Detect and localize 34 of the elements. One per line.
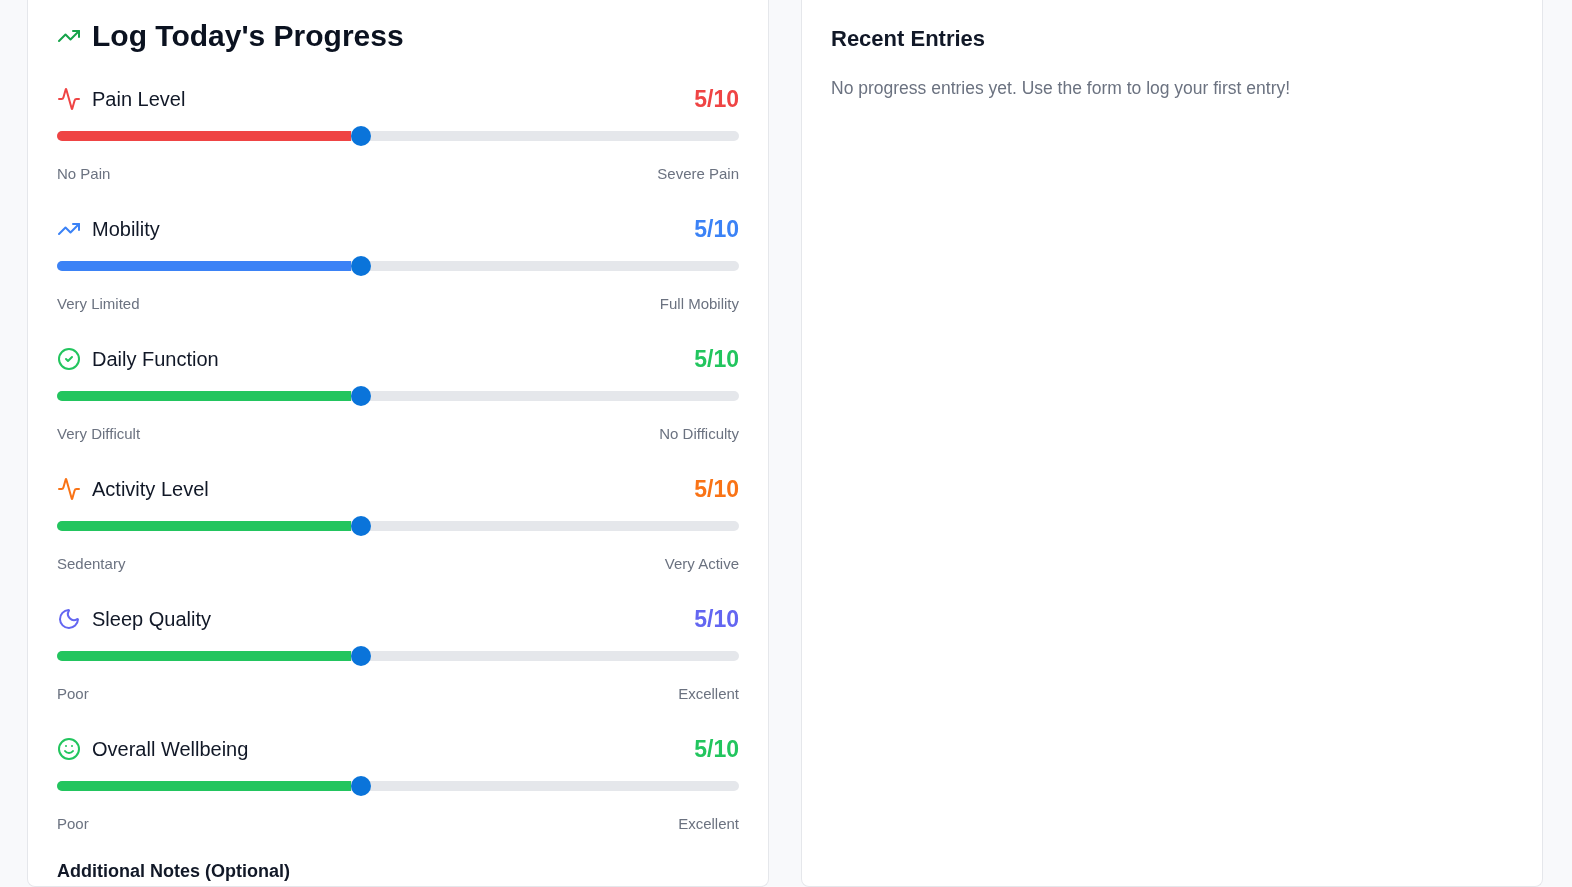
scale-max-label: Full Mobility bbox=[659, 294, 739, 314]
metric-label: Sleep Quality bbox=[92, 607, 211, 631]
scale-max-label: No Difficulty bbox=[659, 424, 739, 444]
metric-value: 5/10 bbox=[694, 85, 739, 113]
metric-value: 5/10 bbox=[694, 475, 739, 503]
metric-value: 5/10 bbox=[694, 735, 739, 763]
scale-min-label: Very Limited bbox=[57, 294, 140, 314]
metric-label: Overall Wellbeing bbox=[92, 737, 249, 761]
scale-max-label: Severe Pain bbox=[657, 164, 739, 184]
scale-min-label: Sedentary bbox=[57, 554, 126, 574]
form-title: Log Today's Progress bbox=[92, 18, 404, 54]
scale-min-label: Very Difficult bbox=[57, 424, 141, 444]
scale-min-label: Poor bbox=[57, 684, 89, 704]
empty-message: No progress entries yet. Use the form to log your first entry! bbox=[831, 77, 1291, 100]
metric-label: Activity Level bbox=[92, 477, 209, 501]
slider-thumb[interactable] bbox=[350, 516, 371, 536]
metric-label: Pain Level bbox=[92, 87, 186, 111]
metric-value: 5/10 bbox=[694, 215, 739, 243]
slider-thumb[interactable] bbox=[350, 126, 371, 146]
slider-thumb[interactable] bbox=[350, 776, 371, 796]
scale-max-label: Very Active bbox=[664, 554, 739, 574]
recent-entries-title: Recent Entries bbox=[831, 26, 986, 52]
scale-max-label: Excellent bbox=[678, 684, 739, 704]
slider-thumb[interactable] bbox=[350, 256, 371, 276]
slider-thumb[interactable] bbox=[350, 386, 371, 406]
notes-label: Additional Notes (Optional) bbox=[57, 861, 290, 882]
scale-min-label: No Pain bbox=[57, 164, 111, 184]
slider-thumb[interactable] bbox=[350, 646, 371, 666]
scale-min-label: Poor bbox=[57, 814, 89, 834]
scale-max-label: Excellent bbox=[678, 814, 739, 834]
metric-label: Mobility bbox=[92, 217, 160, 241]
metric-value: 5/10 bbox=[694, 605, 739, 633]
metric-label: Daily Function bbox=[92, 347, 219, 371]
metric-value: 5/10 bbox=[694, 345, 739, 373]
